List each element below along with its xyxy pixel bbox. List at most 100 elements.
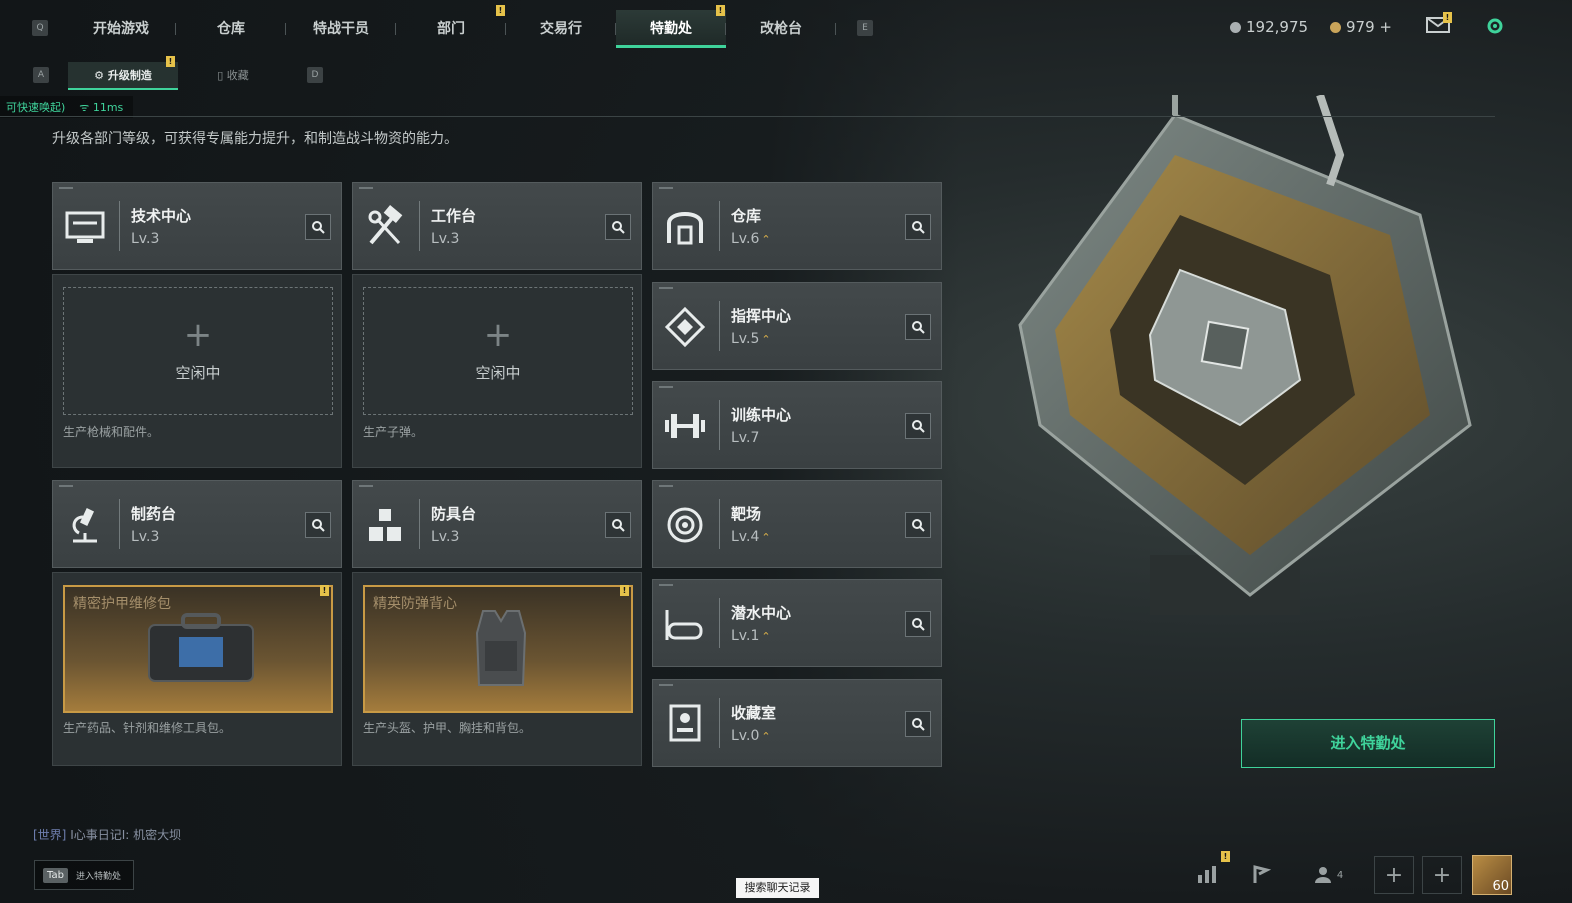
enter-special-ops-button[interactable]: 进入特勤处	[1241, 719, 1495, 768]
top-navigation: Q 开始游戏 仓库 特战干员 部门 交易行 特勤处 改枪台 ! ! E 192,…	[0, 0, 1572, 52]
player-avatar[interactable]: 60	[1472, 855, 1512, 895]
card-separator	[719, 499, 720, 549]
inspect-button[interactable]	[305, 512, 331, 538]
search-icon	[912, 221, 925, 234]
upgrade-arrow-icon: ⌃	[761, 333, 771, 346]
dept-card-tech[interactable]: 技术中心 Lv.3	[52, 182, 342, 270]
producing-item[interactable]: 精英防弹背心 !	[363, 585, 633, 713]
card-separator	[419, 201, 420, 251]
inspect-button[interactable]	[905, 314, 931, 340]
currency-secondary[interactable]: 979 +	[1330, 18, 1392, 36]
dept-level-row: Lv.6 ⌃	[731, 231, 771, 247]
inspect-button[interactable]	[905, 214, 931, 240]
search-icon	[612, 221, 625, 234]
repair-kit-image	[148, 613, 254, 682]
vest-image	[475, 610, 527, 686]
dept-card-warehouse[interactable]: 仓库 Lv.6 ⌃	[652, 182, 942, 270]
friends-button[interactable]: 4	[1306, 858, 1350, 892]
boxes-icon	[369, 509, 401, 541]
stats-badge: !	[1221, 851, 1230, 862]
card-separator	[719, 400, 720, 450]
dept-name: 靶场	[731, 505, 762, 523]
card-marker	[659, 187, 673, 189]
chat-line[interactable]: [世界] I心事日记I: 机密大坝	[33, 826, 181, 843]
add-slot-button[interactable]: +	[1374, 856, 1414, 894]
player-level: 60	[1492, 879, 1509, 894]
production-slot-pharmacy[interactable]: 精密护甲维修包 ! 生产药品、针剂和维修工具包。	[52, 572, 342, 766]
tab-warehouse[interactable]: 仓库	[176, 10, 286, 48]
currency-primary-value: 192,975	[1246, 18, 1309, 36]
producing-item[interactable]: 精密护甲维修包 !	[63, 585, 333, 713]
dept-card-collection[interactable]: 收藏室 Lv.0 ⌃	[652, 679, 942, 767]
nav-next-key[interactable]: E	[857, 20, 873, 36]
ping-value: 11ms	[92, 100, 124, 114]
idle-slot[interactable]: + 空闲中	[63, 287, 333, 415]
tab-start-game[interactable]: 开始游戏	[66, 10, 176, 48]
subtab-upgrade-craft[interactable]: ⚙ 升级制造	[68, 62, 178, 90]
friends-icon	[1314, 867, 1331, 883]
sub-tabs: ⚙ 升级制造 ▯ 收藏	[68, 62, 288, 90]
item-badge: !	[320, 585, 329, 596]
inspect-button[interactable]	[605, 214, 631, 240]
inspect-button[interactable]	[905, 413, 931, 439]
production-slot-armor[interactable]: 精英防弹背心 ! 生产头盔、护甲、胸挂和背包。	[352, 572, 642, 766]
dept-card-command[interactable]: 指挥中心 Lv.5 ⌃	[652, 282, 942, 370]
currency-primary: 192,975	[1230, 18, 1308, 36]
tab-operators[interactable]: 特战干员	[286, 10, 396, 48]
dept-card-pharmacy[interactable]: 制药台 Lv.3	[52, 480, 342, 568]
subtab-collection[interactable]: ▯ 收藏	[178, 62, 288, 90]
add-icon: +	[483, 315, 513, 355]
add-icon: +	[183, 315, 213, 355]
dept-name: 潜水中心	[731, 604, 792, 622]
screen: { "nav": { "left_key": "Q", "right_key":…	[0, 0, 1572, 903]
friends-count: 4	[1336, 869, 1344, 881]
dept-card-workbench[interactable]: 工作台 Lv.3	[352, 182, 642, 270]
production-description: 生产子弹。	[363, 425, 424, 439]
inspect-button[interactable]	[305, 214, 331, 240]
dept-card-diving[interactable]: 潜水中心 Lv.1 ⌃	[652, 579, 942, 667]
card-marker	[659, 485, 673, 487]
dept-level: Lv.5	[731, 331, 760, 347]
inspect-button[interactable]	[905, 512, 931, 538]
card-separator	[119, 499, 120, 549]
flag-icon[interactable]	[1244, 858, 1278, 892]
tab-departments[interactable]: 部门	[396, 10, 506, 48]
dept-card-training[interactable]: 训练中心 Lv.7	[652, 381, 942, 469]
tab-special-ops[interactable]: 特勤处	[616, 10, 726, 48]
add-slot-button[interactable]: +	[1422, 856, 1462, 894]
tab-trading[interactable]: 交易行	[506, 10, 616, 48]
stats-icon[interactable]	[1190, 858, 1224, 892]
search-chat-history[interactable]: 搜索聊天记录	[736, 878, 819, 898]
card-separator	[719, 301, 720, 351]
gold-coin-icon	[1330, 21, 1341, 33]
tab-gunsmith[interactable]: 改枪台	[726, 10, 836, 48]
divider	[0, 116, 1495, 117]
inspect-button[interactable]	[905, 711, 931, 737]
production-slot-workbench[interactable]: + 空闲中 生产子弹。	[352, 274, 642, 468]
idle-slot[interactable]: + 空闲中	[363, 287, 633, 415]
microscope-icon	[72, 508, 97, 543]
tab-hint[interactable]: Tab 进入特勤处	[34, 860, 134, 890]
search-icon	[912, 321, 925, 334]
inspect-button[interactable]	[905, 611, 931, 637]
dept-card-range[interactable]: 靶场 Lv.4 ⌃	[652, 480, 942, 568]
inspect-button[interactable]	[605, 512, 631, 538]
chat-message: I心事日记I: 机密大坝	[70, 828, 182, 842]
subnav-next-key[interactable]: D	[307, 67, 323, 83]
search-icon	[312, 221, 325, 234]
nav-prev-key[interactable]: Q	[32, 20, 48, 36]
dept-name: 训练中心	[731, 406, 792, 424]
dept-card-armor[interactable]: 防具台 Lv.3	[352, 480, 642, 568]
dept-level: Lv.3	[431, 529, 460, 545]
subtab-collection-label: 收藏	[226, 69, 249, 82]
silver-coin-icon	[1230, 21, 1241, 33]
departments-badge: !	[496, 5, 505, 16]
settings-icon[interactable]	[1484, 15, 1506, 37]
production-description: 生产药品、针剂和维修工具包。	[63, 721, 232, 735]
upgrade-arrow-icon: ⌃	[761, 531, 771, 544]
production-slot-tech[interactable]: + 空闲中 生产枪械和配件。	[52, 274, 342, 468]
tab-key: Tab	[43, 867, 68, 883]
subnav-prev-key[interactable]: A	[33, 67, 49, 83]
card-separator	[719, 698, 720, 748]
dept-level: Lv.1	[731, 628, 760, 644]
